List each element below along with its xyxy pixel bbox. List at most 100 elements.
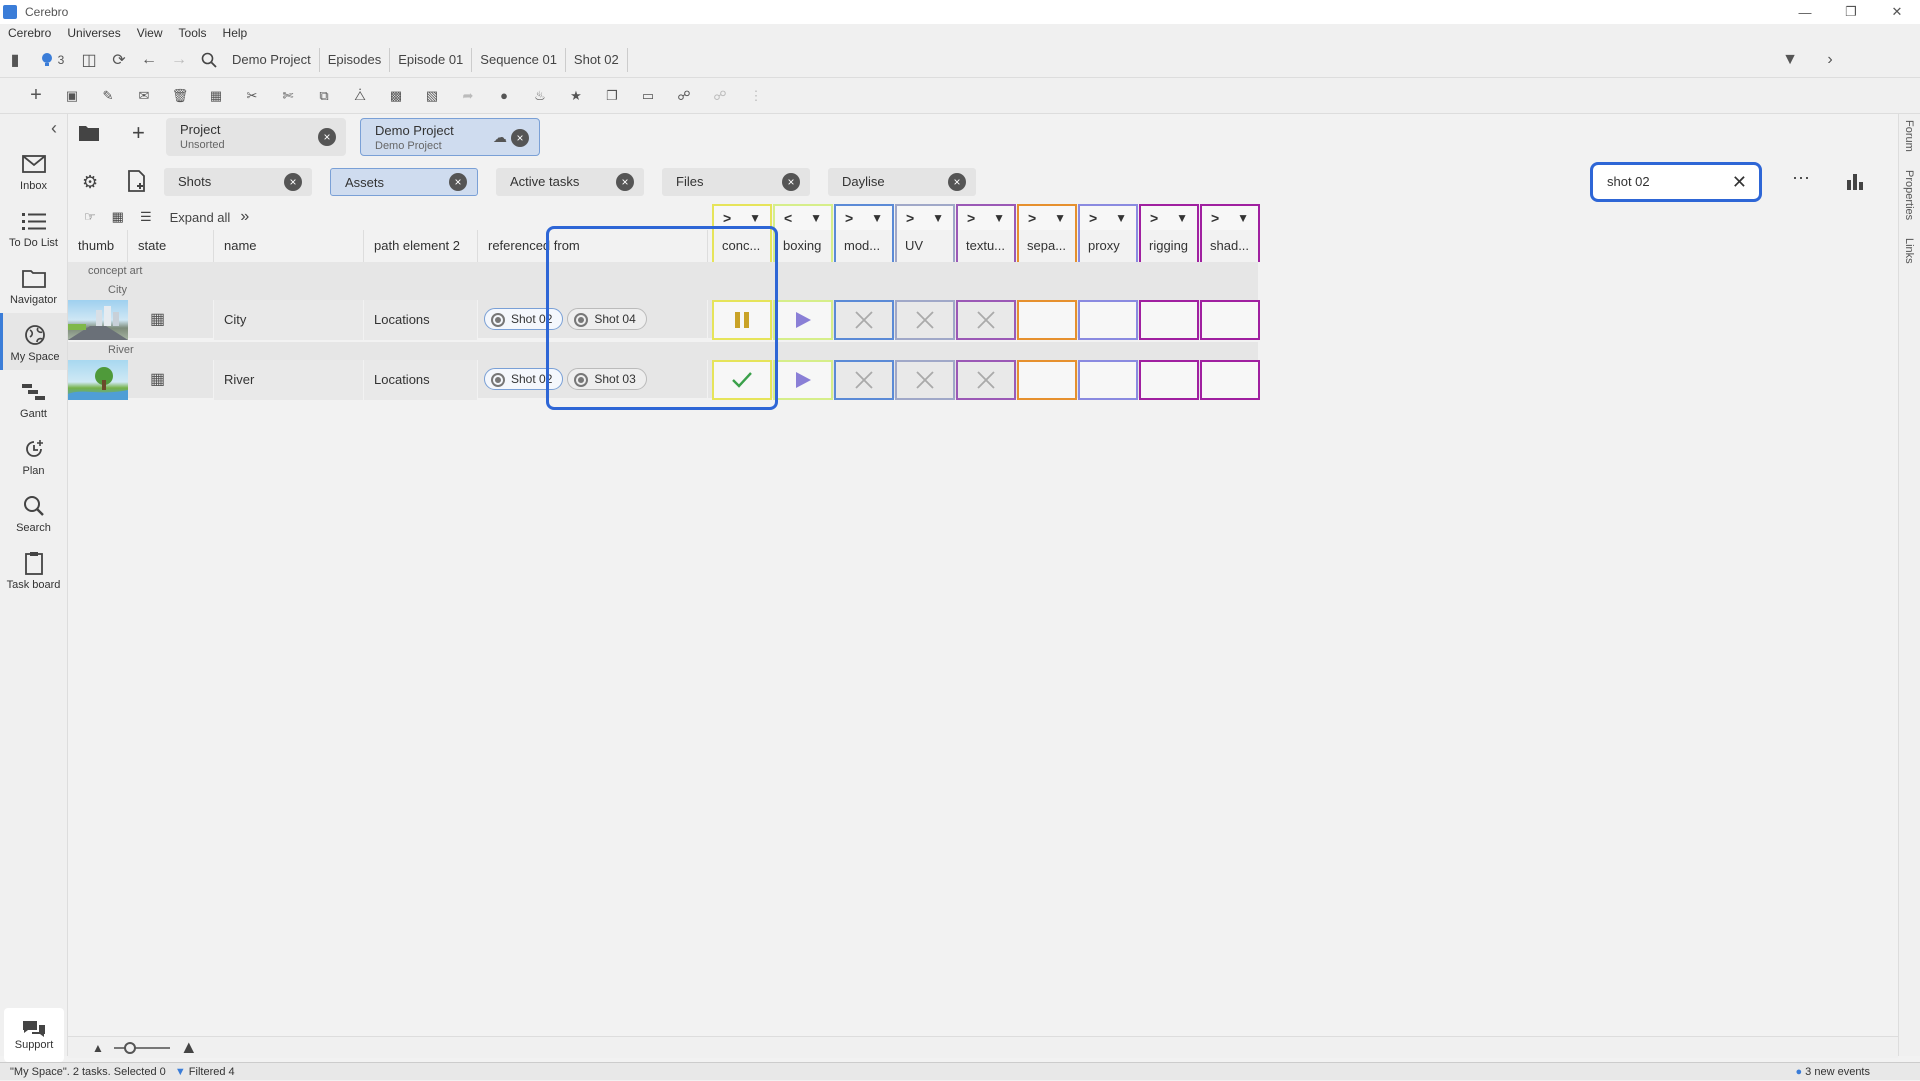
referenced-from-cell[interactable]: Shot 02 Shot 04 [478, 300, 708, 340]
task-column-title[interactable]: textu... [956, 230, 1016, 262]
task-cell[interactable] [1200, 360, 1260, 400]
task-column-title[interactable]: boxing [773, 230, 833, 262]
archive-icon[interactable]: ▦ [198, 80, 234, 112]
gear-icon[interactable]: ⚙ [82, 172, 98, 193]
layout-icon[interactable]: ◫ [74, 45, 104, 75]
thumbnail-city[interactable] [68, 300, 128, 340]
breadcrumb-shot[interactable]: Shot 02 [566, 47, 628, 72]
tree-icon[interactable]: ☞ [84, 209, 96, 225]
rail-properties[interactable]: Properties [1903, 170, 1915, 220]
chevron-right-icon[interactable]: > [723, 210, 731, 226]
col-name[interactable]: name [214, 230, 364, 262]
chevron-right-icon[interactable]: > [906, 210, 914, 226]
path-cell[interactable]: Locations [364, 360, 478, 400]
delete-icon[interactable]: 🗑 [162, 80, 198, 112]
chevron-left-icon[interactable]: ‹ [51, 118, 57, 139]
message-icon[interactable]: ✉ [126, 80, 162, 112]
filter-tab-daylise[interactable]: Daylise × [828, 168, 976, 196]
filter-icon[interactable]: ▼ [749, 211, 761, 225]
col-path-element[interactable]: path element 2 [364, 230, 478, 262]
task-cell[interactable] [1078, 300, 1138, 340]
nav-search[interactable]: Search [0, 484, 67, 541]
chevron-right-icon[interactable]: › [1815, 45, 1845, 75]
add-document-icon[interactable] [128, 170, 146, 192]
task-cell[interactable] [956, 300, 1016, 340]
task-cell[interactable] [895, 360, 955, 400]
nav-plan[interactable]: Plan [0, 427, 67, 484]
task-cell[interactable] [1078, 360, 1138, 400]
edit-icon[interactable]: ✎ [90, 80, 126, 112]
task-column-title[interactable]: UV [895, 230, 955, 262]
support-button[interactable]: Support [4, 1008, 64, 1062]
state-cell[interactable]: ▦ [128, 360, 214, 400]
filter-icon[interactable]: ▼ [932, 211, 944, 225]
clear-search-icon[interactable]: ✕ [1732, 165, 1747, 199]
chevron-right-icon[interactable]: > [1150, 210, 1158, 226]
unlink-icon[interactable]: ☍ [702, 80, 738, 112]
book-icon[interactable]: ▮ [0, 45, 30, 75]
chevron-right-icon[interactable]: > [1211, 210, 1219, 226]
open-folder-icon[interactable] [78, 124, 100, 142]
nav-my-space[interactable]: My Space [0, 313, 67, 370]
ref-pill[interactable]: Shot 02 [484, 368, 564, 390]
task-cell[interactable] [773, 360, 833, 400]
col-state[interactable]: state [128, 230, 214, 262]
rail-links[interactable]: Links [1903, 238, 1915, 264]
collapse-sidebar-button[interactable]: ‹ [0, 114, 67, 142]
paste-icon[interactable]: ▩ [378, 80, 414, 112]
task-column-title[interactable]: proxy [1078, 230, 1138, 262]
sliders-icon[interactable]: ☰ [140, 209, 152, 225]
filter-icon[interactable]: ▼ [1176, 211, 1188, 225]
task-cell[interactable] [1200, 300, 1260, 340]
col-thumb[interactable]: thumb [68, 230, 128, 262]
close-icon[interactable]: × [616, 173, 634, 191]
bell-icon[interactable]: ♨ [522, 80, 558, 112]
menu-tools[interactable]: Tools [171, 26, 215, 40]
ref-pill[interactable]: Shot 03 [567, 368, 647, 390]
breadcrumb-episode[interactable]: Episode 01 [390, 47, 473, 72]
breadcrumb-project[interactable]: Demo Project [224, 47, 320, 72]
task-cell[interactable] [773, 300, 833, 340]
nav-todo-list[interactable]: To Do List [0, 199, 67, 256]
filter-tab-shots[interactable]: Shots × [164, 168, 312, 196]
filter-icon[interactable]: ▼ [810, 211, 822, 225]
cut-alt-icon[interactable]: ✄ [270, 80, 306, 112]
duplicate-icon[interactable]: ❐ [594, 80, 630, 112]
add-icon[interactable]: + [18, 80, 54, 112]
filter-icon[interactable]: ▼ [1115, 211, 1127, 225]
status-events[interactable]: ● 3 new events [1795, 1063, 1870, 1081]
minimize-button[interactable]: — [1782, 0, 1828, 24]
zoom-out-icon[interactable]: ▲ [92, 1041, 104, 1055]
chevron-right-icon[interactable]: > [845, 210, 853, 226]
project-tab-demo[interactable]: Demo Project Demo Project ☁ × [360, 118, 540, 156]
close-icon[interactable]: × [284, 173, 302, 191]
project-tab-unsorted[interactable]: Project Unsorted × [166, 118, 346, 156]
chevron-right-icon[interactable]: > [1089, 210, 1097, 226]
rail-forum[interactable]: Forum [1903, 120, 1915, 152]
paste-alt-icon[interactable]: ▧ [414, 80, 450, 112]
star-icon[interactable]: ★ [558, 80, 594, 112]
search-input[interactable]: shot 02 ✕ [1590, 162, 1762, 202]
task-column-title[interactable]: mod... [834, 230, 894, 262]
task-cell[interactable] [895, 300, 955, 340]
task-cell[interactable] [834, 300, 894, 340]
task-cell[interactable] [712, 360, 772, 400]
referenced-from-cell[interactable]: Shot 02 Shot 03 [478, 360, 708, 400]
state-icon[interactable]: ▦ [150, 311, 165, 328]
chevron-left-icon[interactable]: < [784, 210, 792, 226]
menu-view[interactable]: View [129, 26, 171, 40]
menu-cerebro[interactable]: Cerebro [0, 26, 59, 40]
task-cell[interactable] [834, 360, 894, 400]
task-cell[interactable] [1139, 360, 1199, 400]
bar-chart-icon[interactable] [1846, 172, 1864, 190]
add-tab-icon[interactable]: + [132, 120, 145, 146]
menu-universes[interactable]: Universes [59, 26, 128, 40]
task-column-title[interactable]: rigging [1139, 230, 1199, 262]
close-icon[interactable]: × [318, 128, 336, 146]
nav-gantt[interactable]: Gantt [0, 370, 67, 427]
thumbnail-river[interactable] [68, 360, 128, 400]
add-subtask-icon[interactable]: ▣ [54, 80, 90, 112]
state-icon[interactable]: ▦ [150, 371, 165, 388]
double-chevron-right-icon[interactable]: » [240, 208, 249, 226]
idea-icon[interactable]: ● [486, 80, 522, 112]
